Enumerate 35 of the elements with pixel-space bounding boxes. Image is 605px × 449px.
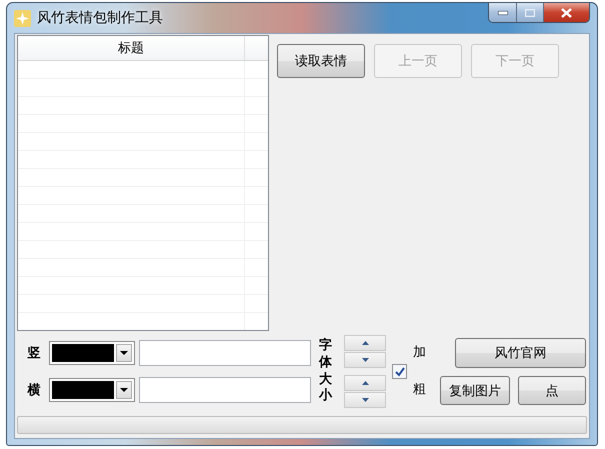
close-icon <box>561 8 572 18</box>
text-input[interactable] <box>139 377 311 403</box>
font-size-label: 字体大小 <box>319 338 332 406</box>
row-label: 横 <box>26 382 42 399</box>
copy-image-button[interactable]: 复制图片 <box>440 376 510 405</box>
app-icon <box>14 10 31 26</box>
decrease-button[interactable] <box>344 392 386 408</box>
bold-checkbox[interactable] <box>392 364 407 379</box>
maximize-button[interactable] <box>516 3 543 22</box>
decrease-button[interactable] <box>344 352 386 368</box>
title-list[interactable]: 标题 <box>17 35 269 331</box>
maximize-icon <box>525 8 535 16</box>
up-arrow-icon <box>362 381 368 385</box>
color-dropdown[interactable] <box>49 378 135 402</box>
caret-icon <box>120 351 128 355</box>
window-title: 风竹表情包制作工具 <box>37 9 164 27</box>
read-button[interactable]: 读取表情 <box>277 44 365 78</box>
bold-label: 加粗 <box>413 344 426 398</box>
up-arrow-icon <box>362 341 368 345</box>
color-dropdown[interactable] <box>49 341 135 365</box>
text-input[interactable] <box>139 340 311 366</box>
down-arrow-icon <box>362 358 368 362</box>
minimize-icon <box>498 10 508 14</box>
row-label: 竖 <box>26 345 42 362</box>
close-button[interactable] <box>543 3 589 22</box>
dropdown-button[interactable] <box>116 381 132 399</box>
increase-button[interactable] <box>344 375 386 391</box>
increase-button[interactable] <box>344 335 386 351</box>
caret-icon <box>120 388 128 392</box>
down-arrow-icon <box>362 398 368 402</box>
check-icon <box>394 366 404 376</box>
dropdown-button[interactable] <box>116 344 132 362</box>
minimize-button[interactable] <box>489 3 516 22</box>
point-button[interactable]: 点 <box>518 376 586 405</box>
website-button[interactable]: 风竹官网 <box>455 338 586 368</box>
